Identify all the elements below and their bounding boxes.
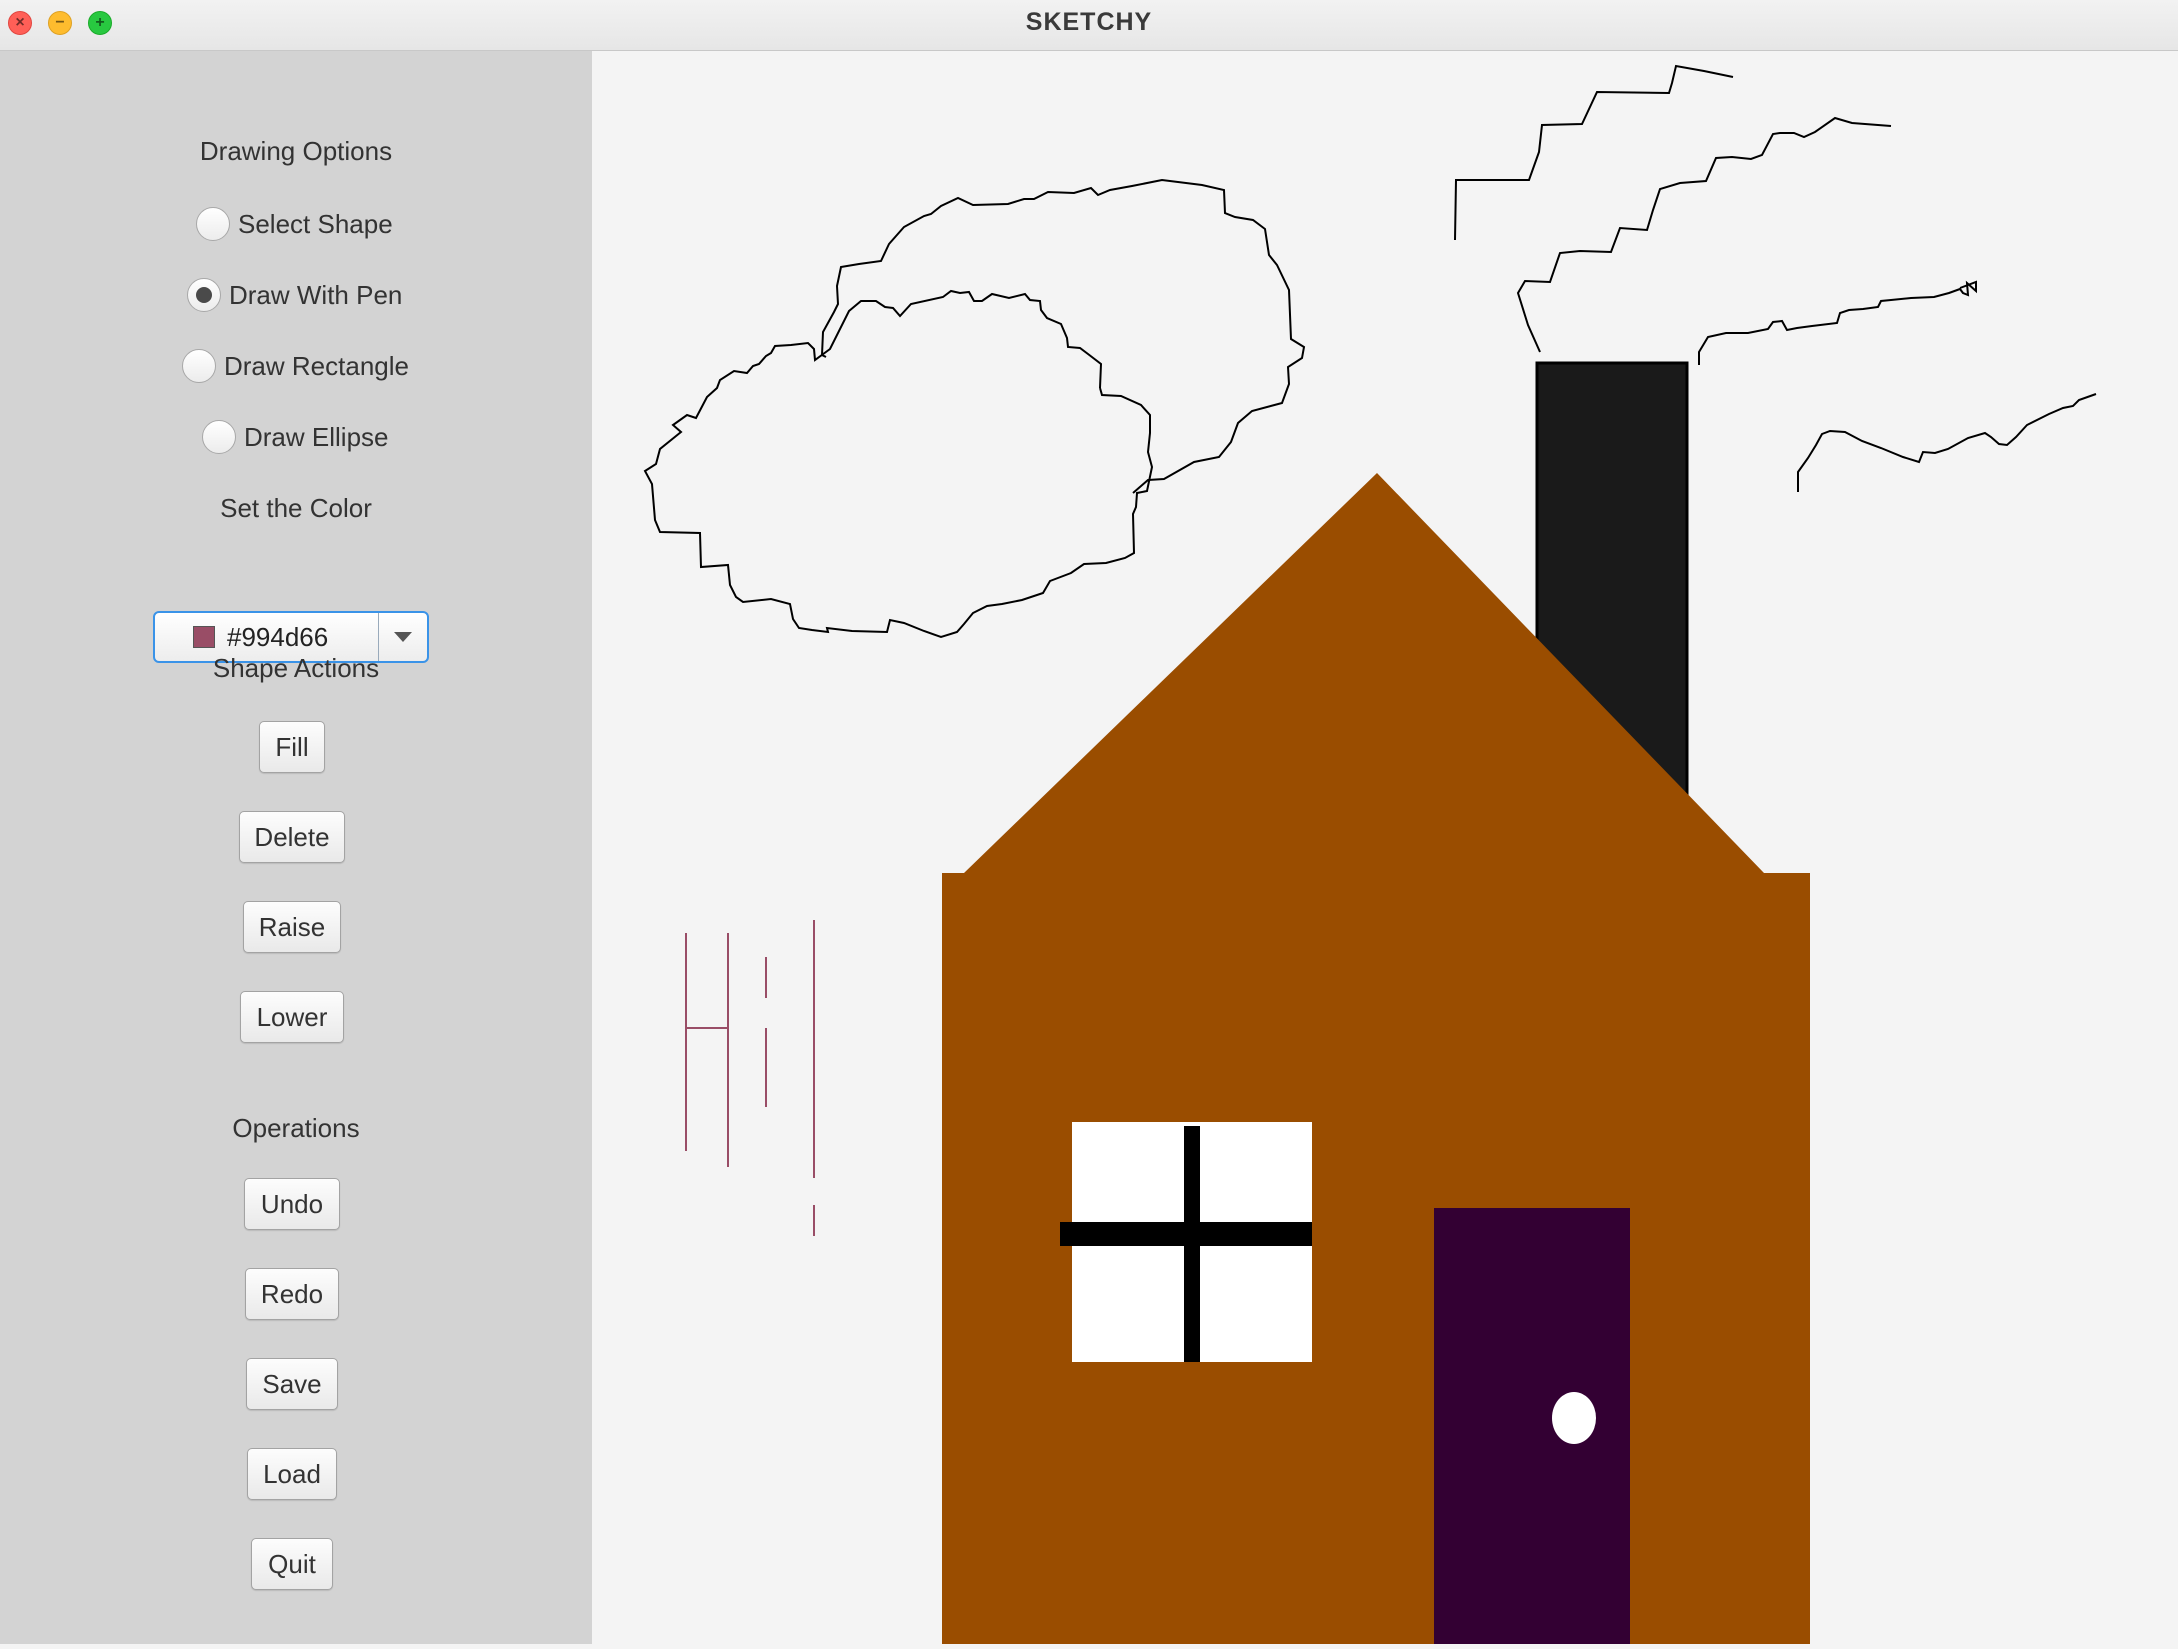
operations-heading: Operations — [232, 1113, 360, 1143]
draw-with-pen-radio[interactable]: Draw With Pen — [187, 275, 402, 315]
shape-actions-heading: Shape Actions — [212, 653, 380, 683]
sidebar-panel: Drawing Options Select Shape Draw With P… — [0, 51, 592, 1644]
fill-button[interactable]: Fill — [259, 721, 325, 773]
load-button[interactable]: Load — [247, 1448, 337, 1500]
house-door-rectangle[interactable] — [1434, 1208, 1630, 1644]
drawing-options-heading: Drawing Options — [199, 136, 393, 166]
chevron-down-icon — [394, 632, 412, 642]
rose-pen-strokes[interactable] — [685, 920, 815, 1236]
draw-rectangle-label: Draw Rectangle — [224, 350, 409, 381]
draw-with-pen-label: Draw With Pen — [229, 279, 403, 310]
draw-ellipse-radio[interactable]: Draw Ellipse — [202, 417, 389, 457]
select-shape-radio-circle[interactable] — [196, 207, 230, 241]
drawing-canvas[interactable] — [592, 51, 2178, 1644]
raise-button[interactable]: Raise — [243, 901, 341, 953]
color-value: #994d66 — [227, 621, 329, 652]
draw-rectangle-radio-circle[interactable] — [182, 349, 216, 383]
quit-button[interactable]: Quit — [251, 1538, 333, 1590]
smoke-stroke-4[interactable] — [1797, 393, 2097, 492]
set-color-heading: Set the Color — [220, 493, 372, 523]
select-shape-label: Select Shape — [238, 208, 393, 239]
delete-button[interactable]: Delete — [239, 811, 345, 863]
undo-button[interactable]: Undo — [244, 1178, 340, 1230]
cloud-stroke-back[interactable] — [820, 178, 1306, 494]
cloud-stroke-front[interactable] — [643, 289, 1154, 639]
window-horizontal-bar[interactable] — [1060, 1222, 1312, 1246]
select-shape-radio[interactable]: Select Shape — [196, 204, 393, 244]
canvas-drawing[interactable] — [592, 51, 2178, 1644]
draw-ellipse-radio-circle[interactable] — [202, 420, 236, 454]
color-swatch — [193, 626, 215, 648]
title-bar: × − + SKETCHY — [0, 0, 2178, 51]
lower-button[interactable]: Lower — [240, 991, 344, 1043]
smoke-stroke-3[interactable] — [1698, 280, 1977, 365]
draw-ellipse-label: Draw Ellipse — [244, 421, 389, 452]
draw-with-pen-radio-circle[interactable] — [187, 278, 221, 312]
save-button[interactable]: Save — [246, 1358, 338, 1410]
smoke-stroke-2[interactable] — [1516, 116, 1892, 353]
redo-button[interactable]: Redo — [245, 1268, 339, 1320]
app-title: SKETCHY — [1025, 8, 1153, 36]
draw-rectangle-radio[interactable]: Draw Rectangle — [182, 346, 409, 386]
smoke-stroke-1[interactable] — [1454, 64, 1734, 241]
door-knob-ellipse[interactable] — [1552, 1392, 1596, 1444]
